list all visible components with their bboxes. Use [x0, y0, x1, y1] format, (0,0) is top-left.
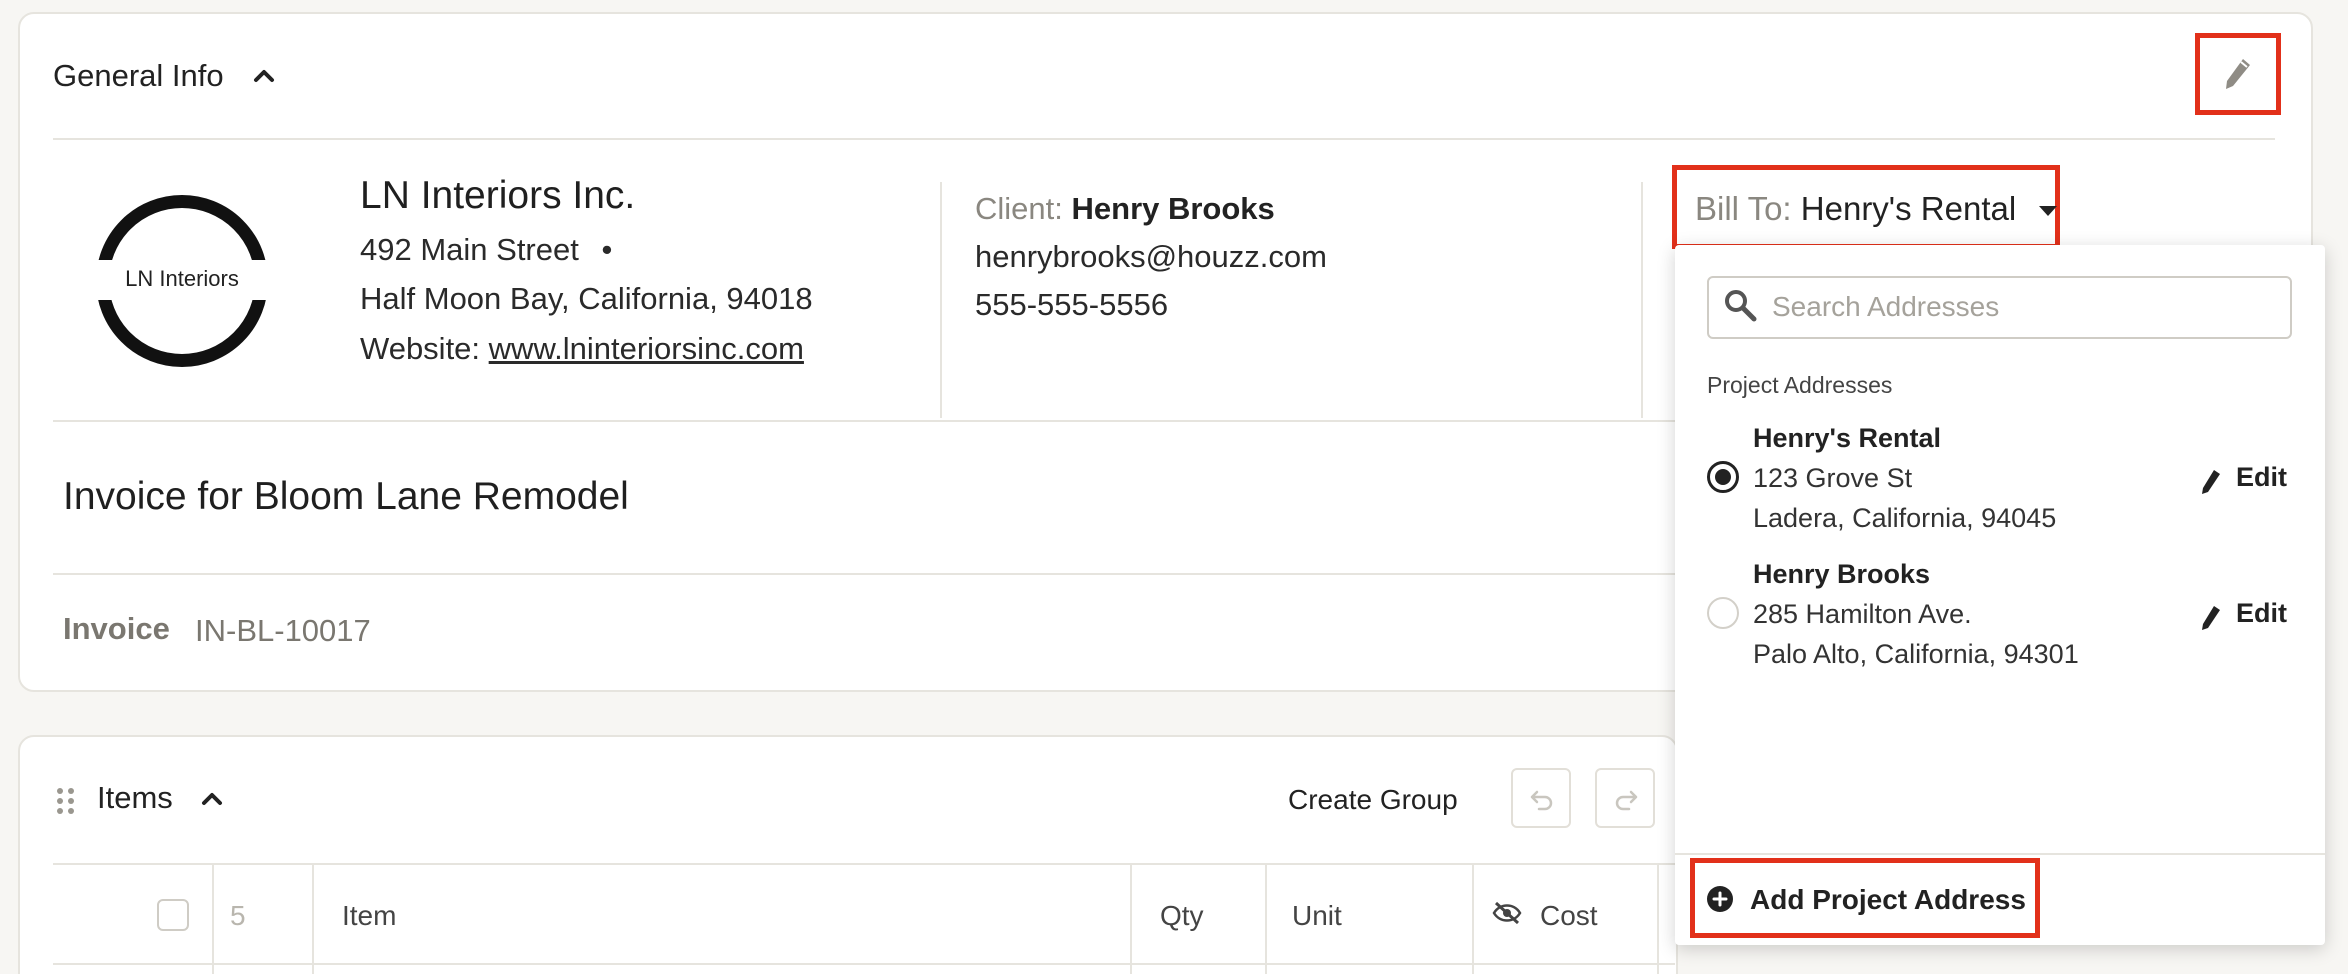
dropdown-footer-divider: [1675, 853, 2325, 855]
column-divider: [312, 863, 314, 974]
address-line2: Ladera, California, 94045: [1753, 503, 2057, 533]
website-label: Website:: [360, 331, 481, 366]
items-title[interactable]: Items: [97, 780, 173, 816]
item-count: 5: [230, 900, 246, 931]
address-radio-selected[interactable]: [1707, 461, 1739, 493]
search-placeholder: Search Addresses: [1772, 291, 2000, 322]
logo-text: LN Interiors: [125, 266, 239, 291]
client-label: Client:: [975, 191, 1063, 226]
column-divider: [1130, 863, 1132, 974]
invoice-title: Invoice for Bloom Lane Remodel: [63, 475, 629, 518]
chevron-up-icon[interactable]: [198, 785, 226, 813]
divider: [53, 420, 1675, 422]
plus-circle-icon: [1707, 886, 1733, 912]
divider: [53, 138, 2275, 140]
pencil-icon: [2202, 469, 2220, 494]
column-divider: [1641, 182, 1643, 418]
add-project-address-button[interactable]: Add Project Address: [1750, 884, 2026, 916]
bill-to-value: Henry's Rental: [1800, 190, 2017, 227]
company-street: 492 Main Street: [360, 232, 579, 267]
bill-to-dropdown[interactable]: Bill To: Henry's Rental: [1695, 190, 2058, 228]
drag-handle-icon[interactable]: [55, 786, 77, 816]
chevron-up-icon[interactable]: [250, 62, 278, 90]
column-divider: [1472, 863, 1474, 974]
eye-slash-icon[interactable]: [1492, 899, 1522, 927]
divider: [53, 573, 1675, 575]
general-info-title[interactable]: General Info: [53, 58, 224, 94]
bullet-separator: •: [601, 232, 613, 267]
bill-to-label: Bill To:: [1695, 190, 1792, 227]
company-city: Half Moon Bay, California, 94018: [360, 281, 813, 316]
redo-icon: [1615, 790, 1638, 811]
caret-down-icon: [2039, 206, 2058, 217]
column-divider: [1265, 863, 1267, 974]
create-group-button[interactable]: Create Group: [1288, 784, 1458, 816]
edit-address-button[interactable]: Edit: [2200, 598, 2287, 632]
column-header-cost[interactable]: Cost: [1540, 900, 1598, 932]
undo-button[interactable]: [1511, 768, 1571, 828]
column-header-item[interactable]: Item: [342, 900, 396, 932]
address-line1: 123 Grove St: [1753, 463, 1913, 493]
redo-button[interactable]: [1595, 768, 1655, 828]
client-phone: 555-555-5556: [975, 287, 1169, 322]
edit-address-button[interactable]: Edit: [2200, 462, 2287, 496]
client-email: henrybrooks@houzz.com: [975, 239, 1327, 274]
column-header-unit[interactable]: Unit: [1292, 900, 1342, 932]
column-divider: [940, 182, 942, 418]
invoice-label: Invoice: [63, 611, 170, 646]
company-website-line: Website: www.lninteriorsinc.com: [360, 331, 804, 367]
pencil-icon[interactable]: [2222, 56, 2254, 92]
address-line1: 285 Hamilton Ave.: [1753, 599, 1972, 629]
table-header-bottom-border: [53, 963, 1675, 965]
select-all-checkbox[interactable]: [157, 899, 189, 931]
column-header-qty[interactable]: Qty: [1160, 900, 1204, 932]
website-link[interactable]: www.lninteriorsinc.com: [489, 331, 804, 366]
search-icon: [1725, 290, 1757, 322]
address-name: Henry's Rental: [1753, 423, 1941, 453]
column-divider: [212, 863, 214, 974]
table-header-top-border: [53, 863, 1675, 865]
address-name: Henry Brooks: [1753, 559, 1931, 589]
company-street-line: 492 Main Street •: [360, 232, 612, 268]
client-line: Client: Henry Brooks: [975, 191, 1275, 227]
pencil-icon: [2202, 605, 2220, 630]
client-name: Henry Brooks: [1071, 191, 1275, 226]
undo-icon: [1530, 790, 1553, 811]
edit-label: Edit: [2236, 462, 2287, 492]
edit-label: Edit: [2236, 598, 2287, 628]
address-line2: Palo Alto, California, 94301: [1753, 639, 2079, 669]
bill-to-address-dropdown: [1675, 245, 2325, 945]
column-divider: [1657, 863, 1659, 974]
project-addresses-heading: Project Addresses: [1707, 372, 1893, 398]
company-name: LN Interiors Inc.: [360, 174, 636, 217]
invoice-number: IN-BL-10017: [195, 613, 371, 648]
address-radio[interactable]: [1707, 597, 1739, 629]
items-card: [18, 735, 1678, 974]
